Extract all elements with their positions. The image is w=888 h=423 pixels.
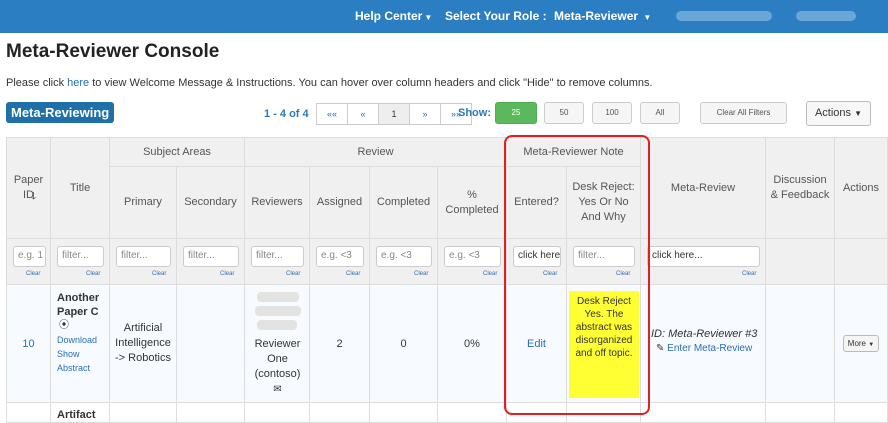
select-role-label: Select Your Role : <box>445 9 547 23</box>
col-reviewers[interactable]: Reviewers <box>245 167 310 239</box>
col-discussion[interactable]: Discussion & Feedback <box>766 138 835 239</box>
assigned-cell: 2 <box>310 285 370 403</box>
current-page-button[interactable]: 1 <box>378 103 410 125</box>
edit-icon: ✎ <box>656 343 665 354</box>
reviewer-org: (contoso) <box>254 368 301 380</box>
sort-desc-icon[interactable]: 🡓 <box>31 189 36 206</box>
col-meta-review[interactable]: Meta-Review <box>641 138 766 239</box>
top-navbar: Help Center ▼ Select Your Role : Meta-Rev… <box>0 0 888 33</box>
meta-reviewing-badge: Meta-Reviewing <box>6 102 115 123</box>
show-25-button[interactable]: 25 <box>495 102 537 124</box>
role-label: Meta-Reviewer <box>554 9 639 23</box>
col-completed[interactable]: Completed <box>370 167 438 239</box>
meta-review-filter[interactable]: click here... <box>647 246 760 267</box>
group-review: Review <box>245 138 507 167</box>
intro-text: Please click here to view Welcome Messag… <box>6 77 653 89</box>
title-filter[interactable]: filter... <box>57 246 104 267</box>
logout-blurred[interactable] <box>796 11 856 21</box>
clear-link[interactable]: Clear <box>286 271 300 277</box>
reviewer-name: One <box>267 353 288 365</box>
download-link[interactable]: Download <box>57 333 109 347</box>
blurred-text <box>255 306 301 316</box>
paper-title: Another Paper C <box>57 292 100 318</box>
primary-filter[interactable]: filter... <box>116 246 171 267</box>
col-assigned[interactable]: Assigned <box>310 167 370 239</box>
clear-link[interactable]: Clear <box>86 271 100 277</box>
assigned-filter[interactable]: e.g. <3 <box>316 246 364 267</box>
col-primary[interactable]: Primary <box>110 167 177 239</box>
clear-link[interactable]: Clear <box>220 271 234 277</box>
completed-cell: 0 <box>370 285 438 403</box>
paper-title: Artifact <box>57 409 96 421</box>
paper-id-cell: 10 <box>7 285 51 403</box>
enter-meta-review-link[interactable]: ✎ Enter Meta-Review <box>651 341 765 357</box>
role-menu[interactable]: Meta-Reviewer ▼ <box>554 9 651 23</box>
secondary-filter[interactable]: filter... <box>183 246 239 267</box>
envelope-icon[interactable]: ✉ <box>245 382 310 397</box>
page-count: 1 - 4 of 4 <box>264 108 309 120</box>
col-paper-id[interactable]: Paper ID <box>7 138 51 239</box>
clear-link[interactable]: Clear <box>152 271 166 277</box>
prev-page-button[interactable]: « <box>347 103 379 125</box>
more-button[interactable]: More ▼ <box>842 335 880 352</box>
blurred-text <box>257 320 297 330</box>
paper-id-filter[interactable]: e.g. 1 <box>13 246 46 267</box>
pct-cell: 0% <box>438 285 507 403</box>
show-abstract-link[interactable]: Show Abstract <box>57 347 97 375</box>
discussion-cell <box>766 285 835 403</box>
primary-cell: Artificial Intelligence -> Robotics <box>110 285 177 403</box>
reviewers-cell: Reviewer One (contoso) ✉ <box>245 285 310 403</box>
pagination: «« « 1 » »» <box>316 103 472 125</box>
meta-review-cell: ID: Meta-Reviewer #3 ✎ Enter Meta-Review <box>641 285 766 403</box>
welcome-link[interactable]: here <box>67 77 89 89</box>
chevron-down-icon: ▼ <box>854 109 863 118</box>
chevron-down-icon: ▼ <box>424 13 433 22</box>
completed-filter[interactable]: e.g. <3 <box>376 246 432 267</box>
col-actions[interactable]: Actions <box>835 138 888 239</box>
show-50-button[interactable]: 50 <box>544 102 584 124</box>
chevron-down-icon: ▼ <box>643 13 652 22</box>
paper-id-link[interactable]: 10 <box>22 338 34 350</box>
show-100-button[interactable]: 100 <box>592 102 632 124</box>
clear-link[interactable]: Clear <box>483 271 497 277</box>
page-title: Meta-Reviewer Console <box>6 41 220 62</box>
col-secondary[interactable]: Secondary <box>177 167 245 239</box>
highlight-box <box>504 135 650 415</box>
clear-all-filters-button[interactable]: Clear All Filters <box>700 102 787 124</box>
col-pct-completed[interactable]: % Completed <box>438 167 507 239</box>
meta-reviewer-id: ID: Meta-Reviewer #3 <box>651 328 758 340</box>
view-icon[interactable]: ⦿ <box>57 319 109 333</box>
user-name-blurred[interactable] <box>676 11 772 21</box>
pct-filter[interactable]: e.g. <3 <box>444 246 501 267</box>
reviewers-filter[interactable]: filter... <box>251 246 304 267</box>
clear-link[interactable]: Clear <box>346 271 360 277</box>
actions-cell: More ▼ <box>835 285 888 403</box>
show-label: Show: <box>458 107 491 119</box>
group-subject-areas: Subject Areas <box>110 138 245 167</box>
title-cell: Artifact <box>51 403 110 423</box>
clear-link[interactable]: Clear <box>26 271 40 277</box>
help-center-menu[interactable]: Help Center ▼ <box>355 9 432 23</box>
col-title[interactable]: Title <box>51 138 110 239</box>
help-center-label: Help Center <box>355 9 423 23</box>
clear-link[interactable]: Clear <box>742 271 756 277</box>
actions-button[interactable]: Actions ▼ <box>806 101 871 126</box>
clear-link[interactable]: Clear <box>414 271 428 277</box>
chevron-down-icon: ▼ <box>868 342 875 348</box>
reviewer-name: Reviewer <box>254 338 301 350</box>
show-all-button[interactable]: All <box>640 102 680 124</box>
title-cell: Another Paper C ⦿ Download Show Abstract <box>51 285 110 403</box>
blurred-text <box>257 292 299 302</box>
filter-cell <box>766 239 835 285</box>
first-page-button[interactable]: «« <box>316 103 348 125</box>
next-page-button[interactable]: » <box>409 103 441 125</box>
filter-cell <box>835 239 888 285</box>
secondary-cell <box>177 285 245 403</box>
